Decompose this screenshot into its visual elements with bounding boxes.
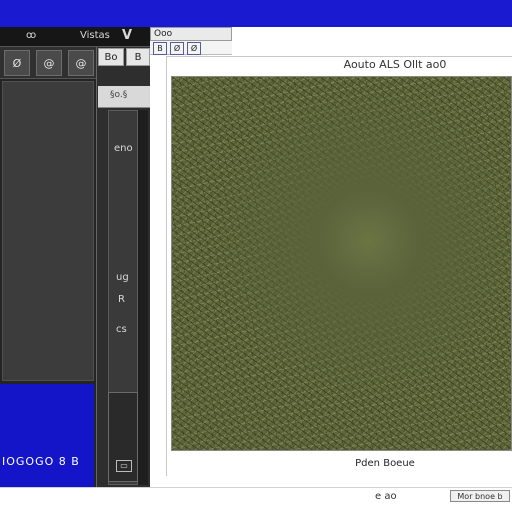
layer-preview[interactable] [2,81,94,381]
mid-label-3: R [118,294,125,305]
image-title: Aouto ALS Ollt ao0 [343,58,447,71]
image-canvas[interactable] [171,76,512,451]
document-tab[interactable]: Ooo [150,27,232,41]
doc-tool-3[interactable]: Ø [187,42,201,55]
panel-header-title: Vistas [80,30,110,41]
mid-label-2: ug [116,272,129,283]
mid-scrollbar[interactable] [138,110,148,485]
mid-light-label: §o.§ [98,86,150,108]
doc-tool-2[interactable]: Ø [170,42,184,55]
tool-button-3[interactable]: @ [68,50,94,76]
image-caption: Pden Boeue [355,458,415,469]
panel-header: ꝏ Vistas V [0,27,150,47]
panel-header-icon[interactable]: ꝏ [26,30,36,41]
doc-tool-1[interactable]: B [153,42,167,55]
mid-label-1: eno [114,143,133,154]
mid-label-4: cs [116,324,127,335]
status-bar [0,487,512,512]
title-bar [0,0,512,27]
selected-layer-panel[interactable] [0,384,94,487]
tool-button-1[interactable]: Ø [4,50,30,76]
thumbnail-icon[interactable]: ▭ [116,460,132,472]
tool-button-2[interactable]: @ [36,50,62,76]
panel-header-menu[interactable]: V [122,28,132,43]
status-text: e ao [375,491,397,502]
mid-tab-2[interactable]: B [126,48,150,66]
status-field[interactable]: Mor bnoe b [450,490,510,502]
selected-layer-label: IOGOGO 8 B [2,455,80,468]
mid-tab-1[interactable]: Bo [98,48,124,66]
document-toolbar: BØØ [150,41,232,55]
tool-row: Ø @ @ [0,47,96,79]
